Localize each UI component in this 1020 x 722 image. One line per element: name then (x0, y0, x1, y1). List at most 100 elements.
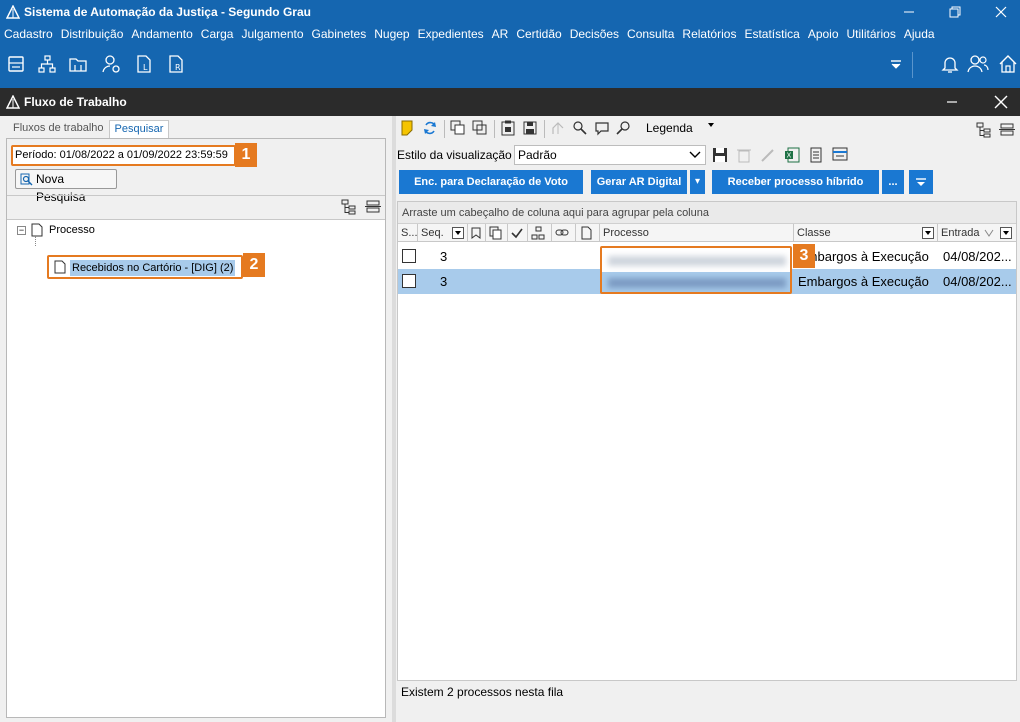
gerar-ar-dropdown-button[interactable]: ▾ (690, 170, 705, 194)
subwindow-header: Fluxo de Trabalho (0, 88, 1020, 116)
toolbar-user-settings-button[interactable] (100, 52, 124, 76)
copy-button[interactable] (450, 120, 466, 136)
toolbar-org-chart-button[interactable] (35, 52, 59, 76)
restore-button[interactable] (932, 0, 978, 24)
expand-all-icon[interactable] (976, 122, 992, 138)
subwindow-close-button[interactable] (993, 94, 1013, 110)
folder-icon (69, 58, 87, 72)
menu-cadastro[interactable]: Cadastro (4, 24, 53, 44)
menu-andamento[interactable]: Andamento (131, 24, 192, 44)
home-icon (999, 55, 1017, 73)
grid-settings-icon[interactable] (832, 147, 848, 163)
column-header-lock[interactable] (576, 224, 600, 242)
print-button[interactable] (500, 120, 516, 136)
column-header-processo[interactable]: Processo (600, 224, 794, 242)
restore-icon (949, 6, 961, 18)
refresh-button[interactable] (422, 120, 438, 136)
collapse-all-icon[interactable] (999, 122, 1015, 138)
tree-root-label[interactable]: Processo (49, 224, 95, 236)
tree-node-recebidos[interactable]: Recebidos no Cartório - [DIG] (2) (47, 255, 243, 279)
callout-badge-1: 1 (235, 143, 257, 167)
save-icon[interactable] (712, 147, 728, 163)
column-header-s[interactable]: S... (398, 224, 418, 242)
notifications-button[interactable] (938, 52, 962, 76)
paste-button[interactable] (472, 120, 488, 136)
excel-export-icon[interactable]: X (784, 147, 800, 163)
more-actions-button[interactable]: ... (882, 170, 904, 194)
menu-utilitarios[interactable]: Utilitários (847, 24, 896, 44)
column-header-seq-label: Seq. (421, 227, 444, 239)
menu-ar[interactable]: AR (492, 24, 509, 44)
paste-icon (472, 120, 487, 135)
document-list-icon[interactable] (808, 147, 824, 163)
minimize-button[interactable] (886, 0, 932, 24)
column-header-classe[interactable]: Classe (794, 224, 938, 242)
comment-icon (595, 122, 609, 136)
menu-decisoes[interactable]: Decisões (570, 24, 619, 44)
documents-icon (489, 226, 502, 240)
receber-processo-hibrido-button[interactable]: Receber processo híbrido (712, 170, 879, 194)
settings-search-button[interactable] (616, 120, 632, 136)
row-checkbox[interactable] (402, 249, 416, 263)
column-header-documents[interactable] (486, 224, 508, 242)
gerar-ar-digital-button[interactable]: Gerar AR Digital (591, 170, 687, 194)
period-label: Período: 01/08/2022 a 01/09/2022 23:59:5… (11, 145, 236, 166)
row-entrada: 04/08/202... (943, 249, 1012, 264)
menu-apoio[interactable]: Apoio (808, 24, 839, 44)
legend-label[interactable]: Legenda (646, 121, 693, 135)
home-button[interactable] (996, 52, 1020, 76)
save-to-folder-button[interactable] (522, 120, 538, 136)
tree-collapse-toggle[interactable]: − (17, 226, 26, 235)
toolbar-divider (912, 52, 913, 78)
filter-entrada-button[interactable] (1000, 227, 1012, 239)
tab-pesquisar[interactable]: Pesquisar (108, 120, 170, 138)
menu-ajuda[interactable]: Ajuda (904, 24, 935, 44)
menu-carga[interactable]: Carga (201, 24, 234, 44)
column-header-check[interactable] (508, 224, 528, 242)
menu-nugep[interactable]: Nugep (374, 24, 409, 44)
column-header-hierarchy[interactable] (528, 224, 552, 242)
subwindow-minimize-button[interactable] (945, 94, 965, 110)
close-button[interactable] (978, 0, 1020, 24)
toolbar-document-r-button[interactable]: R (164, 52, 188, 76)
new-search-button[interactable]: Nova Pesquisa (15, 169, 117, 204)
tree-collapse-icon[interactable] (365, 199, 381, 215)
row-seq: 3 (440, 274, 448, 289)
row-checkbox[interactable] (402, 274, 416, 288)
subwindow-title: Fluxo de Trabalho (24, 95, 127, 109)
comment-button[interactable] (594, 120, 610, 136)
menu-consulta[interactable]: Consulta (627, 24, 674, 44)
redacted-process-numbers (600, 246, 792, 294)
toolbar-printer-button[interactable] (4, 52, 28, 76)
tree-expand-icon[interactable] (341, 199, 357, 215)
toolbar-folder-button[interactable] (66, 52, 90, 76)
menu-julgamento[interactable]: Julgamento (241, 24, 303, 44)
tab-fluxos-de-trabalho[interactable]: Fluxos de trabalho (8, 120, 109, 138)
find-user-button[interactable] (572, 120, 588, 136)
column-header-bookmark[interactable] (468, 224, 486, 242)
toolbar-document-l-button[interactable]: L (132, 52, 156, 76)
toolbar-dropdown-button[interactable] (884, 52, 908, 76)
toolbar-divider (544, 120, 545, 138)
menu-estatistica[interactable]: Estatística (744, 24, 799, 44)
menu-distribuicao[interactable]: Distribuição (61, 24, 124, 44)
menu-gabinetes[interactable]: Gabinetes (312, 24, 367, 44)
actions-menu-button[interactable] (909, 170, 933, 194)
enc-declaracao-voto-button[interactable]: Enc. para Declaração de Voto (399, 170, 583, 194)
column-header-link[interactable] (552, 224, 576, 242)
menu-expedientes[interactable]: Expedientes (418, 24, 484, 44)
menu-relatorios[interactable]: Relatórios (682, 24, 736, 44)
filter-classe-button[interactable] (922, 227, 934, 239)
status-bar: Existem 2 processos nesta fila (397, 682, 1017, 706)
tree-node-label: Recebidos no Cartório - [DIG] (2) (70, 260, 236, 276)
tag-button[interactable] (400, 120, 416, 136)
menu-certidao[interactable]: Certidão (516, 24, 561, 44)
new-search-label: Nova Pesquisa (36, 172, 86, 204)
view-style-select[interactable]: Padrão (514, 145, 706, 165)
legend-dropdown-arrow[interactable] (708, 123, 714, 127)
filter-seq-button[interactable] (452, 227, 464, 239)
users-button[interactable] (966, 52, 990, 76)
left-tabs: Fluxos de trabalho Pesquisar (8, 120, 170, 138)
close-icon (994, 95, 1008, 109)
chevron-down-icon (689, 151, 701, 158)
